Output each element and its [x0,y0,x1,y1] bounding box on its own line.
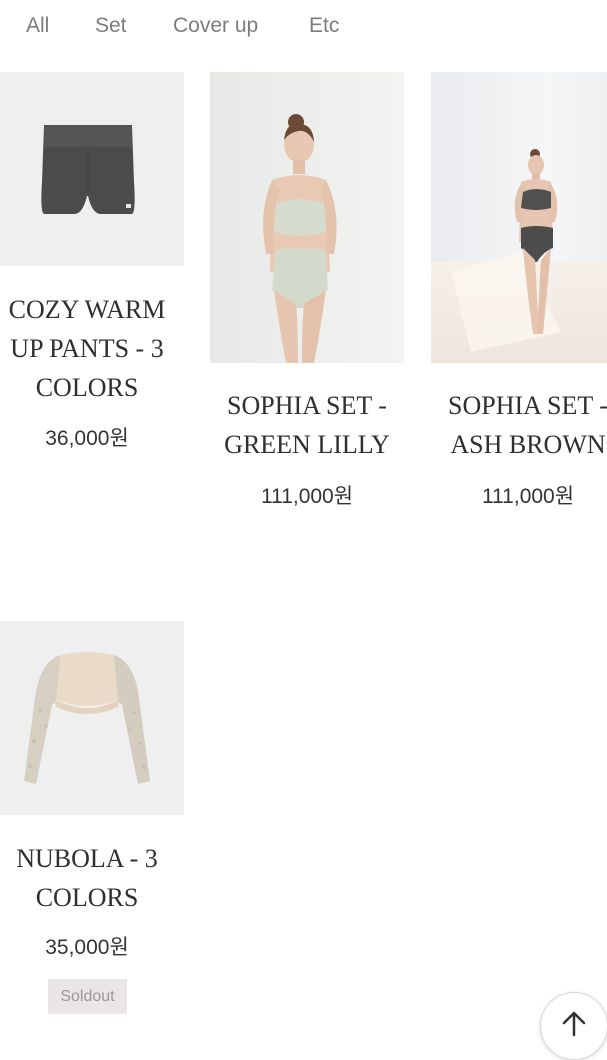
tab-set[interactable]: Set [95,14,127,38]
scroll-top-button[interactable] [540,992,607,1060]
product-image[interactable] [431,72,607,363]
product-name[interactable]: NUBOLA - 3 COLORS [0,839,204,917]
product-name[interactable]: SOPHIA SET - GREEN LILLY [190,386,424,464]
category-nav: All Set Cover up Etc [0,0,607,56]
product-image[interactable] [210,72,404,363]
product-name[interactable]: COZY WARM UP PANTS - 3 COLORS [0,290,204,407]
product-card[interactable]: NUBOLA - 3 COLORS 35,000원 Soldout [0,621,184,1021]
product-card[interactable]: SOPHIA SET - GREEN LILLY 111,000원 [210,72,404,532]
product-image[interactable] [0,621,184,815]
tab-all[interactable]: All [26,14,49,38]
product-price: 111,000원 [481,485,575,508]
tab-cover-up[interactable]: Cover up [173,14,258,38]
product-price: 35,000원 [45,936,129,959]
product-card[interactable]: COZY WARM UP PANTS - 3 COLORS 36,000원 [0,72,184,492]
product-price: 111,000원 [260,485,354,508]
product-name[interactable]: SOPHIA SET - ASH BROWN [411,386,607,464]
tab-etc[interactable]: Etc [309,14,339,38]
arrow-up-icon [562,1011,586,1037]
soldout-badge: Soldout [48,979,127,1014]
product-card[interactable]: SOPHIA SET - ASH BROWN 111,000원 [431,72,607,532]
product-price: 36,000원 [45,427,129,450]
product-image[interactable] [0,72,184,266]
